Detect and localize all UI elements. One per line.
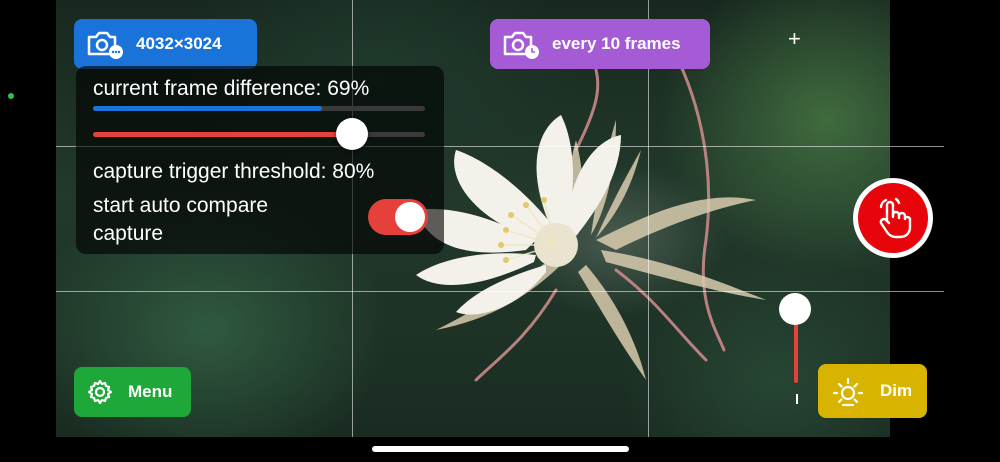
capture-button-inner (858, 183, 928, 253)
dim-label: Dim (880, 381, 913, 400)
menu-label: Menu (128, 382, 173, 401)
threshold-slider[interactable] (93, 118, 425, 150)
sun-icon (832, 377, 864, 407)
interval-label: every 10 frames (552, 34, 681, 53)
dim-button[interactable]: Dim (818, 364, 927, 418)
zoom-slider-handle[interactable] (779, 293, 811, 325)
camera-timer-icon (503, 31, 539, 59)
hand-pointer-icon (879, 197, 912, 239)
auto-compare-toggle[interactable] (368, 199, 428, 235)
status-indicator (8, 93, 14, 99)
frame-difference-fill (93, 106, 323, 111)
home-indicator[interactable] (372, 446, 629, 452)
camera-more-icon (87, 31, 123, 59)
zoom-minus-mark (796, 394, 798, 404)
auto-compare-label: start auto compare capture (93, 194, 269, 245)
capture-button[interactable] (853, 178, 933, 258)
frame-difference-meter (93, 106, 425, 111)
resolution-button[interactable]: 4032×3024 (74, 19, 257, 69)
threshold-slider-fill (93, 132, 352, 137)
toggle-knob (395, 202, 425, 232)
threshold-label: capture trigger threshold: 80% (93, 160, 375, 183)
gear-icon (87, 379, 113, 405)
resolution-label: 4032×3024 (136, 34, 222, 53)
frame-difference-label: current frame difference: 69% (93, 77, 370, 100)
zoom-plus-label: + (788, 26, 801, 51)
grid-line-horizontal (56, 291, 944, 292)
menu-button[interactable]: Menu (74, 367, 191, 417)
capture-interval-button[interactable]: every 10 frames (490, 19, 710, 69)
threshold-slider-handle[interactable] (335, 118, 368, 150)
